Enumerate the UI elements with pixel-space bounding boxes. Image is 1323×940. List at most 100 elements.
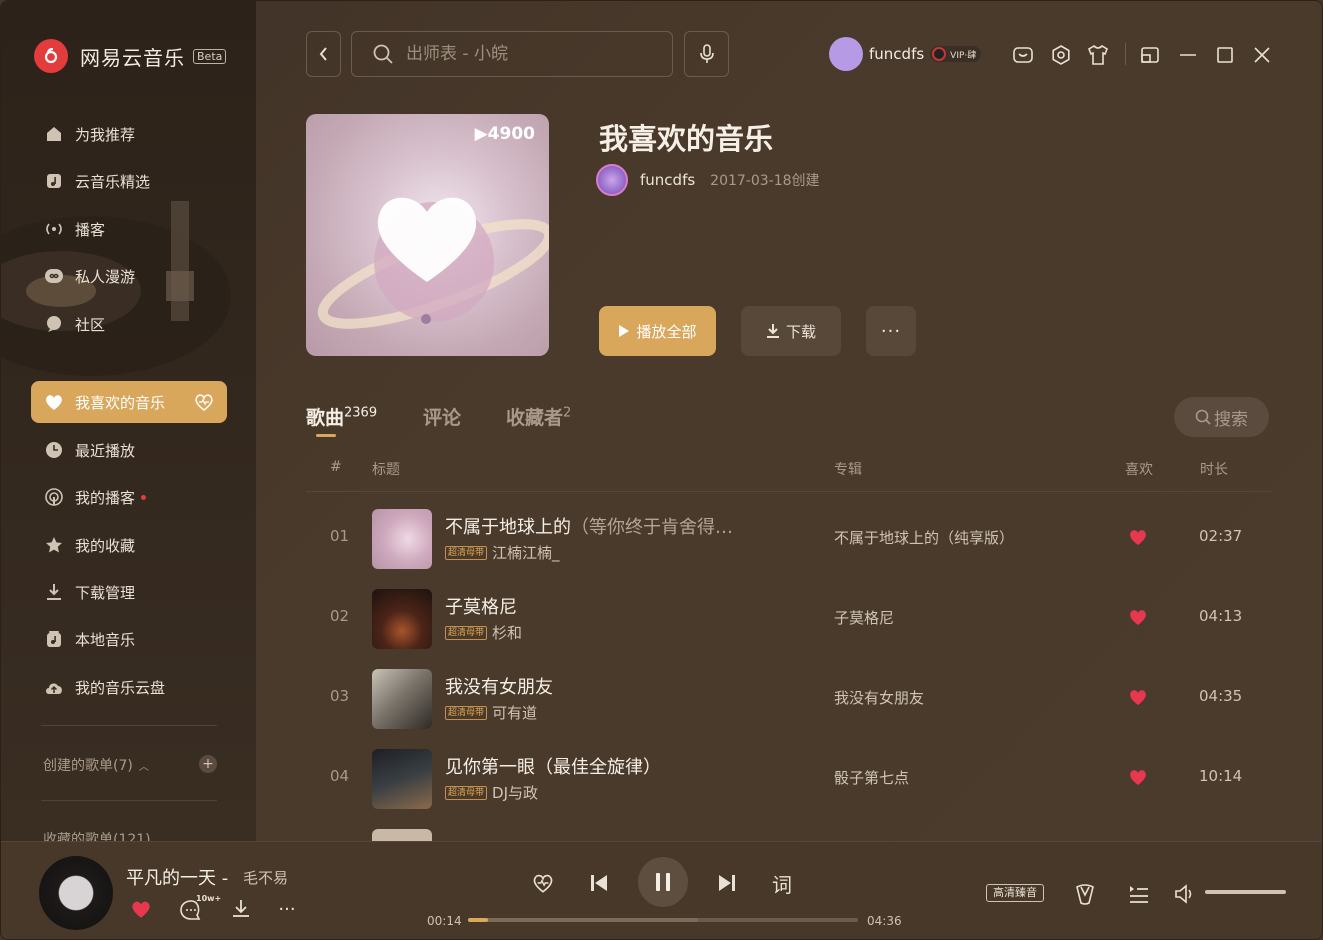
sidebar-item-roaming[interactable]: 私人漫游: [31, 255, 227, 297]
owner-avatar[interactable]: [596, 164, 628, 196]
song-artist[interactable]: 江楠江楠_: [492, 542, 560, 563]
song-title[interactable]: 子莫格尼: [445, 593, 517, 619]
column-header-like[interactable]: 喜欢: [1125, 459, 1153, 479]
back-button[interactable]: [306, 31, 341, 77]
table-row[interactable]: 03 我没有女朋友 超清母带 可有道 我没有女朋友 04:35: [306, 659, 1271, 739]
play-pause-button[interactable]: [638, 857, 688, 907]
song-title[interactable]: 不属于地球上的（等你终于肯舍得…: [445, 513, 733, 539]
table-row[interactable]: 02 子莫格尼 超清母带 杉和 子莫格尼 04:13: [306, 579, 1271, 659]
column-header-duration[interactable]: 时长: [1200, 459, 1228, 479]
playlist-queue-button[interactable]: [1125, 880, 1153, 908]
row-index: 01: [330, 527, 350, 545]
maximize-button[interactable]: [1213, 43, 1237, 67]
more-button[interactable]: ···: [866, 306, 916, 356]
now-playing-artist[interactable]: 毛不易: [243, 867, 288, 888]
app-logo[interactable]: 网易云音乐 Beta: [34, 39, 227, 73]
beta-badge: Beta: [193, 48, 227, 64]
toolbar-divider: [1125, 43, 1126, 65]
download-song-button[interactable]: [229, 897, 253, 921]
sidebar-item-label: 我的收藏: [75, 536, 136, 555]
playlist-cover[interactable]: ▶4900: [306, 114, 549, 356]
sidebar-item-local-music[interactable]: 本地音乐: [31, 618, 227, 660]
like-button[interactable]: [128, 896, 154, 922]
mini-mode-button[interactable]: [1138, 43, 1162, 67]
song-artist[interactable]: DJ与政: [492, 782, 538, 803]
vip-badge[interactable]: VIP·肆: [930, 46, 982, 62]
heart-icon[interactable]: [1127, 526, 1149, 548]
sidebar-item-downloads[interactable]: 下载管理: [31, 571, 227, 613]
gear-icon: [1052, 45, 1070, 65]
song-artist[interactable]: 杉和: [492, 622, 522, 643]
song-thumbnail[interactable]: [372, 829, 432, 841]
song-album[interactable]: 骰子第七点: [834, 767, 909, 788]
now-playing-title[interactable]: 平凡的一天 -: [126, 864, 228, 890]
minimize-button[interactable]: [1176, 43, 1200, 67]
infinity-icon: [43, 265, 65, 287]
skin-button[interactable]: [1086, 43, 1110, 67]
table-row[interactable]: [306, 819, 1271, 841]
heartbeat-mode-button[interactable]: [529, 869, 557, 897]
close-icon: [1254, 47, 1270, 63]
settings-button[interactable]: [1049, 43, 1073, 67]
heart-icon[interactable]: [1127, 686, 1149, 708]
add-playlist-button[interactable]: +: [199, 755, 217, 773]
column-header-title[interactable]: 标题: [372, 459, 400, 479]
lyrics-button[interactable]: 词: [767, 869, 797, 897]
song-thumbnail[interactable]: [372, 669, 432, 729]
now-playing-disc[interactable]: [39, 856, 113, 930]
playlist-search-button[interactable]: 搜索: [1174, 397, 1269, 437]
song-thumbnail[interactable]: [372, 589, 432, 649]
created-playlists-label: 创建的歌单(7): [43, 758, 133, 774]
sidebar-item-community[interactable]: 社区: [31, 303, 227, 345]
previous-button[interactable]: [585, 869, 613, 897]
song-album[interactable]: 我没有女朋友: [834, 687, 924, 708]
quality-selector[interactable]: 高清臻音: [986, 884, 1044, 902]
download-button[interactable]: 下载: [741, 306, 841, 356]
table-row[interactable]: 04 见你第一眼（最佳全旋律） 超清母带 DJ与政 骰子第七点 10:14: [306, 739, 1271, 819]
song-thumbnail[interactable]: [372, 509, 432, 569]
table-row[interactable]: 01 不属于地球上的（等你终于肯舍得… 超清母带 江楠江楠_ 不属于地球上的（纯…: [306, 499, 1271, 579]
messages-button[interactable]: [1011, 43, 1035, 67]
volume-slider[interactable]: [1205, 890, 1286, 894]
song-thumbnail[interactable]: [372, 749, 432, 809]
avatar[interactable]: [829, 37, 863, 71]
sidebar-item-my-podcast[interactable]: 我的播客: [31, 476, 227, 518]
music-note-icon: [43, 170, 65, 192]
tab-subscribers[interactable]: 收藏者2: [506, 403, 571, 430]
song-album[interactable]: 不属于地球上的（纯享版）: [834, 527, 1014, 548]
sidebar-item-selected[interactable]: 云音乐精选: [31, 160, 227, 202]
song-title[interactable]: 我没有女朋友: [445, 673, 553, 699]
tab-comments[interactable]: 评论: [423, 403, 461, 430]
sidebar-item-liked-music[interactable]: 我喜欢的音乐: [31, 381, 227, 423]
sidebar-item-recent[interactable]: 最近播放: [31, 429, 227, 471]
heart-icon[interactable]: [1127, 606, 1149, 628]
sidebar-item-recommend[interactable]: 为我推荐: [31, 113, 227, 155]
progress-bar[interactable]: [468, 918, 858, 922]
close-button[interactable]: [1250, 43, 1274, 67]
sound-effect-button[interactable]: [1071, 880, 1099, 908]
sidebar-item-favorites[interactable]: 我的收藏: [31, 524, 227, 566]
sidebar-item-label: 最近播放: [75, 441, 136, 460]
heart-icon[interactable]: [1127, 766, 1149, 788]
sidebar-item-cloud-drive[interactable]: 我的音乐云盘: [31, 666, 227, 708]
next-button[interactable]: [713, 869, 741, 897]
user-name[interactable]: funcdfs: [869, 45, 924, 63]
search-box[interactable]: [351, 31, 673, 77]
song-artist[interactable]: 可有道: [492, 702, 537, 723]
search-input[interactable]: [406, 44, 666, 64]
user-profile[interactable]: funcdfs VIP·肆: [829, 37, 982, 71]
song-album[interactable]: 子莫格尼: [834, 607, 894, 628]
column-header-album[interactable]: 专辑: [834, 459, 862, 479]
heartbeat-mode-icon[interactable]: [193, 391, 215, 413]
play-all-button[interactable]: 播放全部: [599, 306, 716, 356]
sidebar-item-label: 播客: [75, 220, 106, 239]
more-options-button[interactable]: ···: [275, 897, 299, 921]
song-title[interactable]: 见你第一眼（最佳全旋律）: [445, 753, 661, 779]
voice-search-button[interactable]: [684, 31, 729, 77]
created-date: 2017-03-18创建: [710, 173, 820, 189]
sidebar-item-podcast[interactable]: 播客: [31, 208, 227, 250]
tab-songs[interactable]: 歌曲2369: [306, 403, 377, 430]
volume-button[interactable]: [1171, 880, 1199, 908]
created-playlists-header[interactable]: 创建的歌单(7) ︿: [43, 755, 149, 775]
owner-name[interactable]: funcdfs: [640, 171, 695, 189]
